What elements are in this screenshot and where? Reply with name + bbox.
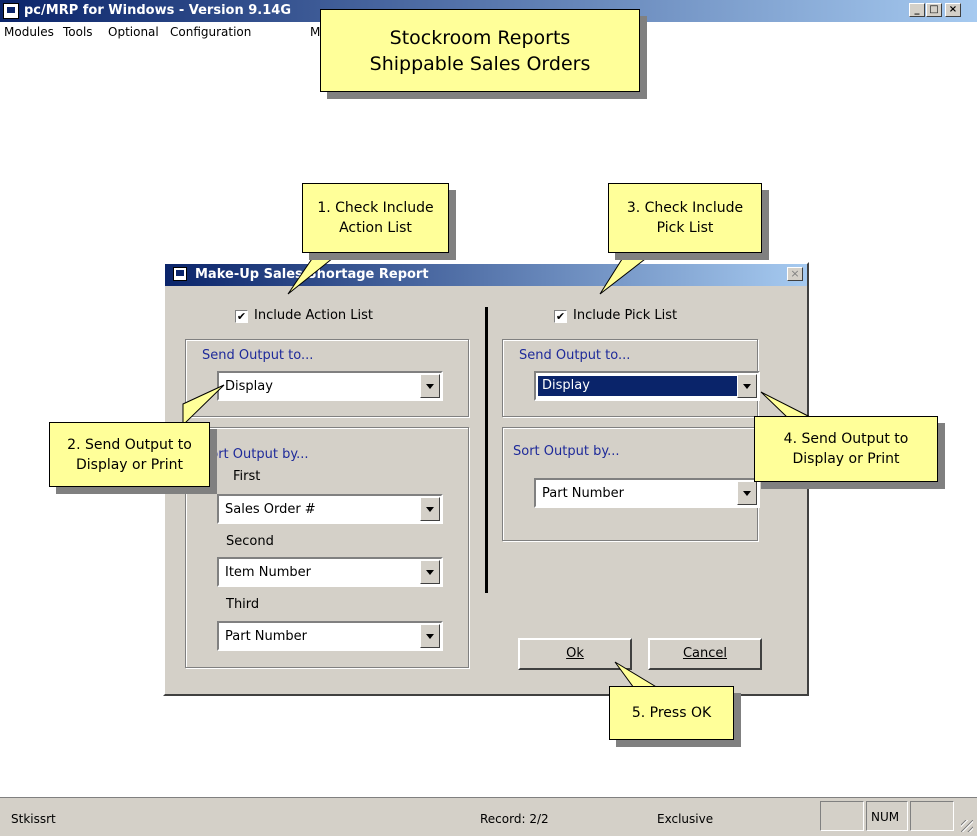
dialog-title: Make-Up Sales Shortage Report — [195, 267, 429, 282]
left-send-output-value: Display — [225, 379, 273, 394]
first-sort-value: Sales Order # — [225, 502, 316, 517]
status-program: Stkissrt — [11, 812, 56, 826]
second-sort-select[interactable]: Item Number — [217, 557, 443, 587]
callout-step-5: 5. Press OK — [609, 686, 734, 740]
status-bar: Stkissrt Record: 2/2 Exclusive NUM — [0, 797, 977, 836]
maximize-button[interactable]: □ — [926, 3, 942, 17]
left-send-output-select[interactable]: Display — [217, 371, 443, 401]
first-label: First — [233, 469, 261, 484]
right-sort-select[interactable]: Part Number — [534, 478, 760, 508]
left-sort-title: Sort Output by... — [202, 447, 309, 462]
right-sort-group: Sort Output by... Part Number — [502, 427, 760, 541]
menu-truncated[interactable]: M — [310, 25, 320, 39]
include-action-list-checkbox[interactable]: ✔ — [235, 310, 248, 323]
right-sort-title: Sort Output by... — [513, 444, 620, 459]
right-send-output-title: Send Output to... — [519, 348, 631, 363]
chevron-down-icon[interactable] — [420, 560, 440, 584]
callout-step-3: 3. Check Include Pick List — [608, 183, 762, 253]
chevron-down-icon[interactable] — [737, 481, 757, 505]
chevron-down-icon[interactable] — [420, 374, 440, 398]
ok-button-label: Ok — [566, 646, 584, 661]
cancel-button[interactable]: Cancel — [648, 638, 762, 670]
left-sort-group: Sort Output by... First Sales Order # Se… — [185, 427, 469, 668]
chevron-down-icon[interactable] — [420, 624, 440, 648]
status-panel-empty-2 — [910, 801, 954, 831]
menu-configuration[interactable]: Configuration — [170, 25, 251, 39]
include-pick-list-checkbox[interactable]: ✔ — [554, 310, 567, 323]
left-send-output-group: Send Output to... Display — [185, 339, 469, 417]
right-send-output-value: Display — [537, 375, 739, 397]
status-mode: Exclusive — [657, 812, 714, 826]
header-callout: Stockroom Reports Shippable Sales Orders — [320, 9, 640, 92]
resize-grip-icon[interactable] — [961, 820, 973, 832]
chevron-down-icon[interactable] — [737, 374, 757, 398]
menu-optional[interactable]: Optional — [108, 25, 159, 39]
right-send-output-select[interactable]: Display — [534, 371, 760, 401]
dialog-close-button[interactable]: × — [787, 267, 803, 281]
right-send-output-group: Send Output to... Display — [502, 339, 760, 417]
second-sort-value: Item Number — [225, 565, 311, 580]
include-action-list-label: Include Action List — [254, 308, 374, 323]
close-button[interactable]: × — [945, 3, 961, 17]
first-sort-select[interactable]: Sales Order # — [217, 494, 443, 524]
second-label: Second — [226, 534, 274, 549]
app-title: pc/MRP for Windows - Version 9.14G — [24, 3, 291, 18]
chevron-down-icon[interactable] — [420, 497, 440, 521]
third-label: Third — [226, 597, 260, 612]
callout-step-4: 4. Send Output to Display or Print — [754, 416, 938, 482]
left-send-output-title: Send Output to... — [202, 348, 314, 363]
status-record: Record: 2/2 — [480, 812, 549, 826]
report-dialog: Make-Up Sales Shortage Report × ✔ Includ… — [163, 262, 809, 696]
right-sort-value: Part Number — [542, 486, 625, 501]
menu-tools[interactable]: Tools — [63, 25, 93, 39]
menu-modules[interactable]: Modules — [4, 25, 54, 39]
status-num: NUM — [866, 801, 908, 831]
callout-step-2: 2. Send Output to Display or Print — [49, 422, 210, 487]
include-pick-list-label: Include Pick List — [573, 308, 678, 323]
third-sort-select[interactable]: Part Number — [217, 621, 443, 651]
app-icon — [3, 3, 19, 19]
minimize-button[interactable]: _ — [909, 3, 925, 17]
ok-button[interactable]: Ok — [518, 638, 632, 670]
dialog-title-bar[interactable]: Make-Up Sales Shortage Report × — [165, 264, 807, 286]
status-panel-empty — [820, 801, 864, 831]
callout-step-1: 1. Check Include Action List — [302, 183, 449, 253]
dialog-icon — [173, 267, 187, 281]
third-sort-value: Part Number — [225, 629, 308, 644]
cancel-button-label: Cancel — [682, 646, 728, 661]
column-divider — [485, 307, 488, 593]
